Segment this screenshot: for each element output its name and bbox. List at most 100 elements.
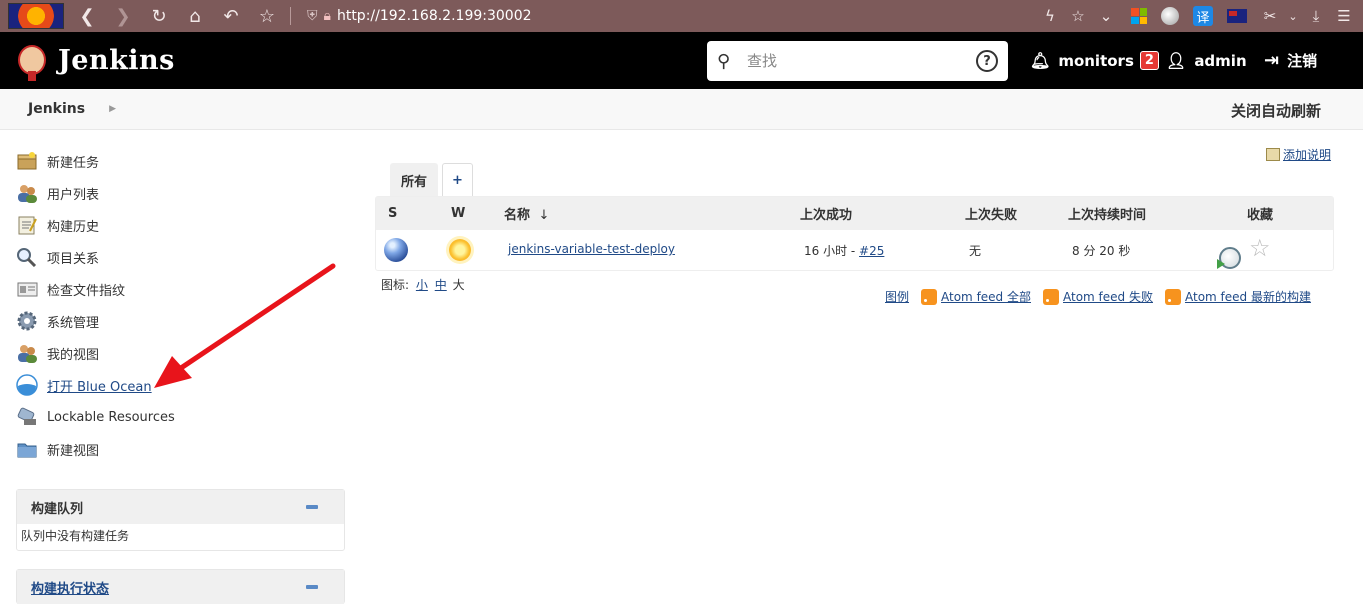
sidebar-item-label: 系统管理 [47, 315, 100, 331]
last-failure-cell: 无 [969, 244, 982, 258]
sidebar-item-users[interactable]: 用户列表 [16, 177, 346, 209]
atom-feed-latest-link[interactable]: Atom feed 最新的构建 [1185, 288, 1311, 305]
search-box[interactable]: ⚲ ? [707, 41, 1008, 81]
header-name-label: 名称 [504, 208, 531, 223]
sidebar-item-label: 打开 Blue Ocean [47, 379, 152, 395]
translate-icon[interactable]: 译 [1193, 6, 1213, 26]
scissors-dropdown-icon[interactable]: ⌄ [1287, 3, 1299, 29]
sidebar-item-lockable-resources[interactable]: Lockable Resources [16, 401, 346, 433]
back-icon[interactable]: ❮ [74, 3, 100, 29]
rss-icon[interactable] [1043, 288, 1059, 305]
ms-grid-icon[interactable] [1131, 8, 1147, 24]
tab-new-view[interactable]: + [442, 163, 473, 197]
build-queue-header: 构建队列 [17, 490, 344, 524]
collapse-icon[interactable] [306, 505, 318, 509]
sidebar-item-label: 新建视图 [47, 443, 100, 459]
sidebar-item-build-history[interactable]: 构建历史 [16, 209, 346, 241]
icon-size-large: 大 [452, 278, 465, 292]
build-number-link[interactable]: #25 [859, 244, 884, 258]
legend-link[interactable]: 图例 [885, 288, 909, 305]
header-status[interactable]: S [388, 206, 397, 221]
last-success-cell: 16 小时 - #25 [804, 242, 884, 259]
insecure-lock-icon[interactable]: 🔒︎ [324, 8, 331, 24]
tab-all[interactable]: 所有 [390, 163, 439, 197]
sidebar-item-my-views[interactable]: 我的视图 [16, 337, 346, 369]
header-last-duration[interactable]: 上次持续时间 [1068, 204, 1146, 223]
table-row: jenkins-variable-test-deploy 16 小时 - #25… [376, 230, 1333, 270]
toolbar-divider [290, 7, 291, 25]
flag-icon[interactable] [1227, 9, 1247, 23]
user-link[interactable]: 👤︎ admin [1166, 32, 1247, 89]
browser-logo-icon[interactable] [8, 3, 64, 29]
fingerprint-icon [16, 279, 38, 299]
job-table: S W 名称 ↓ 上次成功 上次失败 上次持续时间 收藏 jenkins-var… [375, 196, 1334, 271]
rss-icon[interactable] [1164, 288, 1181, 305]
scissors-icon[interactable]: ✂ [1259, 3, 1281, 29]
sidebar-item-label: 项目关系 [47, 251, 100, 267]
header-favorite[interactable]: 收藏 [1247, 204, 1273, 223]
add-description-link[interactable]: 添加说明 [1266, 146, 1331, 163]
bookmark-star-icon[interactable]: ☆ [254, 3, 280, 29]
home-icon[interactable]: ⌂ [182, 3, 208, 29]
sidebar-item-new-view[interactable]: 新建视图 [16, 433, 346, 465]
sidebar: 新建任务 用户列表 构建历史 项目关系 检查文件指纹 系统管理 我的视图 打开 … [16, 145, 346, 604]
rss-icon[interactable] [921, 288, 938, 305]
header-last-failure[interactable]: 上次失败 [965, 204, 1017, 223]
user-icon: 👤︎ [1166, 51, 1187, 70]
last-success-text: 16 小时 - [804, 244, 860, 258]
sidebar-item-new-job[interactable]: 新建任务 [16, 145, 346, 177]
jenkins-logo-icon[interactable] [16, 41, 48, 81]
executors-pane: 构建执行状态 [16, 569, 345, 604]
menu-icon[interactable]: ☰ [1333, 3, 1355, 29]
shield-icon[interactable]: ⛨ [307, 8, 318, 24]
weather-sunny-icon[interactable] [449, 239, 471, 261]
sidebar-item-fingerprint[interactable]: 检查文件指纹 [16, 273, 346, 305]
sidebar-item-manage[interactable]: 系统管理 [16, 305, 346, 337]
header-weather[interactable]: W [451, 206, 465, 221]
favorite-star-icon[interactable]: ☆ [1067, 3, 1089, 29]
my-views-icon [16, 343, 38, 363]
atom-feed-failed-link[interactable]: Atom feed 失败 [1063, 288, 1153, 305]
sidebar-item-label: 检查文件指纹 [47, 283, 126, 299]
logout-link[interactable]: ⇥ 注销 [1264, 32, 1317, 89]
undo-icon[interactable]: ↶ [218, 3, 244, 29]
schedule-build-icon[interactable] [1217, 247, 1241, 269]
reload-icon[interactable]: ↻ [146, 3, 172, 29]
sidebar-item-label: 用户列表 [47, 187, 100, 203]
add-description-label: 添加说明 [1283, 148, 1332, 162]
header-last-success[interactable]: 上次成功 [800, 204, 852, 223]
disable-auto-refresh-link[interactable]: 关闭自动刷新 [1231, 100, 1321, 121]
icon-size-small[interactable]: 小 [416, 278, 428, 292]
executors-title-link[interactable]: 构建执行状态 [31, 578, 109, 597]
address-bar[interactable]: http://192.168.2.199:30002 [337, 8, 532, 24]
app-title[interactable]: Jenkins [58, 45, 175, 76]
lightning-icon[interactable]: ϟ [1039, 3, 1061, 29]
edit-note-icon [1266, 148, 1280, 161]
atom-feed-all-link[interactable]: Atom feed 全部 [941, 288, 1031, 305]
header-name[interactable]: 名称 ↓ [504, 204, 549, 223]
folder-icon [16, 439, 38, 459]
forward-icon[interactable]: ❯ [110, 3, 136, 29]
breadcrumb-arrow-icon[interactable]: ▶ [109, 104, 116, 114]
monitors-badge: 2 [1139, 51, 1159, 70]
help-icon[interactable]: ? [976, 50, 998, 72]
download-icon[interactable]: ⤓ [1305, 3, 1327, 29]
favorite-star-icon[interactable]: ☆ [1249, 236, 1271, 260]
collapse-icon[interactable] [306, 585, 318, 589]
status-ball-icon[interactable] [384, 238, 408, 262]
search-input[interactable] [747, 52, 957, 70]
build-queue-title: 构建队列 [31, 501, 84, 517]
user-label: admin [1194, 51, 1247, 70]
sidebar-item-label: 新建任务 [47, 155, 100, 171]
sidebar-item-project-relationship[interactable]: 项目关系 [16, 241, 346, 273]
chevron-down-icon[interactable]: ⌄ [1095, 3, 1117, 29]
browser-toolbar: ❮ ❯ ↻ ⌂ ↶ ☆ ⛨ 🔒︎ http://192.168.2.199:30… [0, 0, 1363, 32]
job-name-link[interactable]: jenkins-variable-test-deploy [508, 242, 675, 256]
sidebar-item-blue-ocean[interactable]: 打开 Blue Ocean [16, 369, 346, 401]
monitors-label: monitors [1058, 51, 1134, 70]
monitors-link[interactable]: 🔔︎ monitors 2 [1030, 32, 1159, 89]
globe-icon[interactable] [1161, 7, 1179, 25]
icon-size-selector: 图标: 小 中 大 [381, 276, 465, 293]
icon-size-medium[interactable]: 中 [435, 278, 447, 292]
breadcrumb-home[interactable]: Jenkins [28, 101, 85, 117]
